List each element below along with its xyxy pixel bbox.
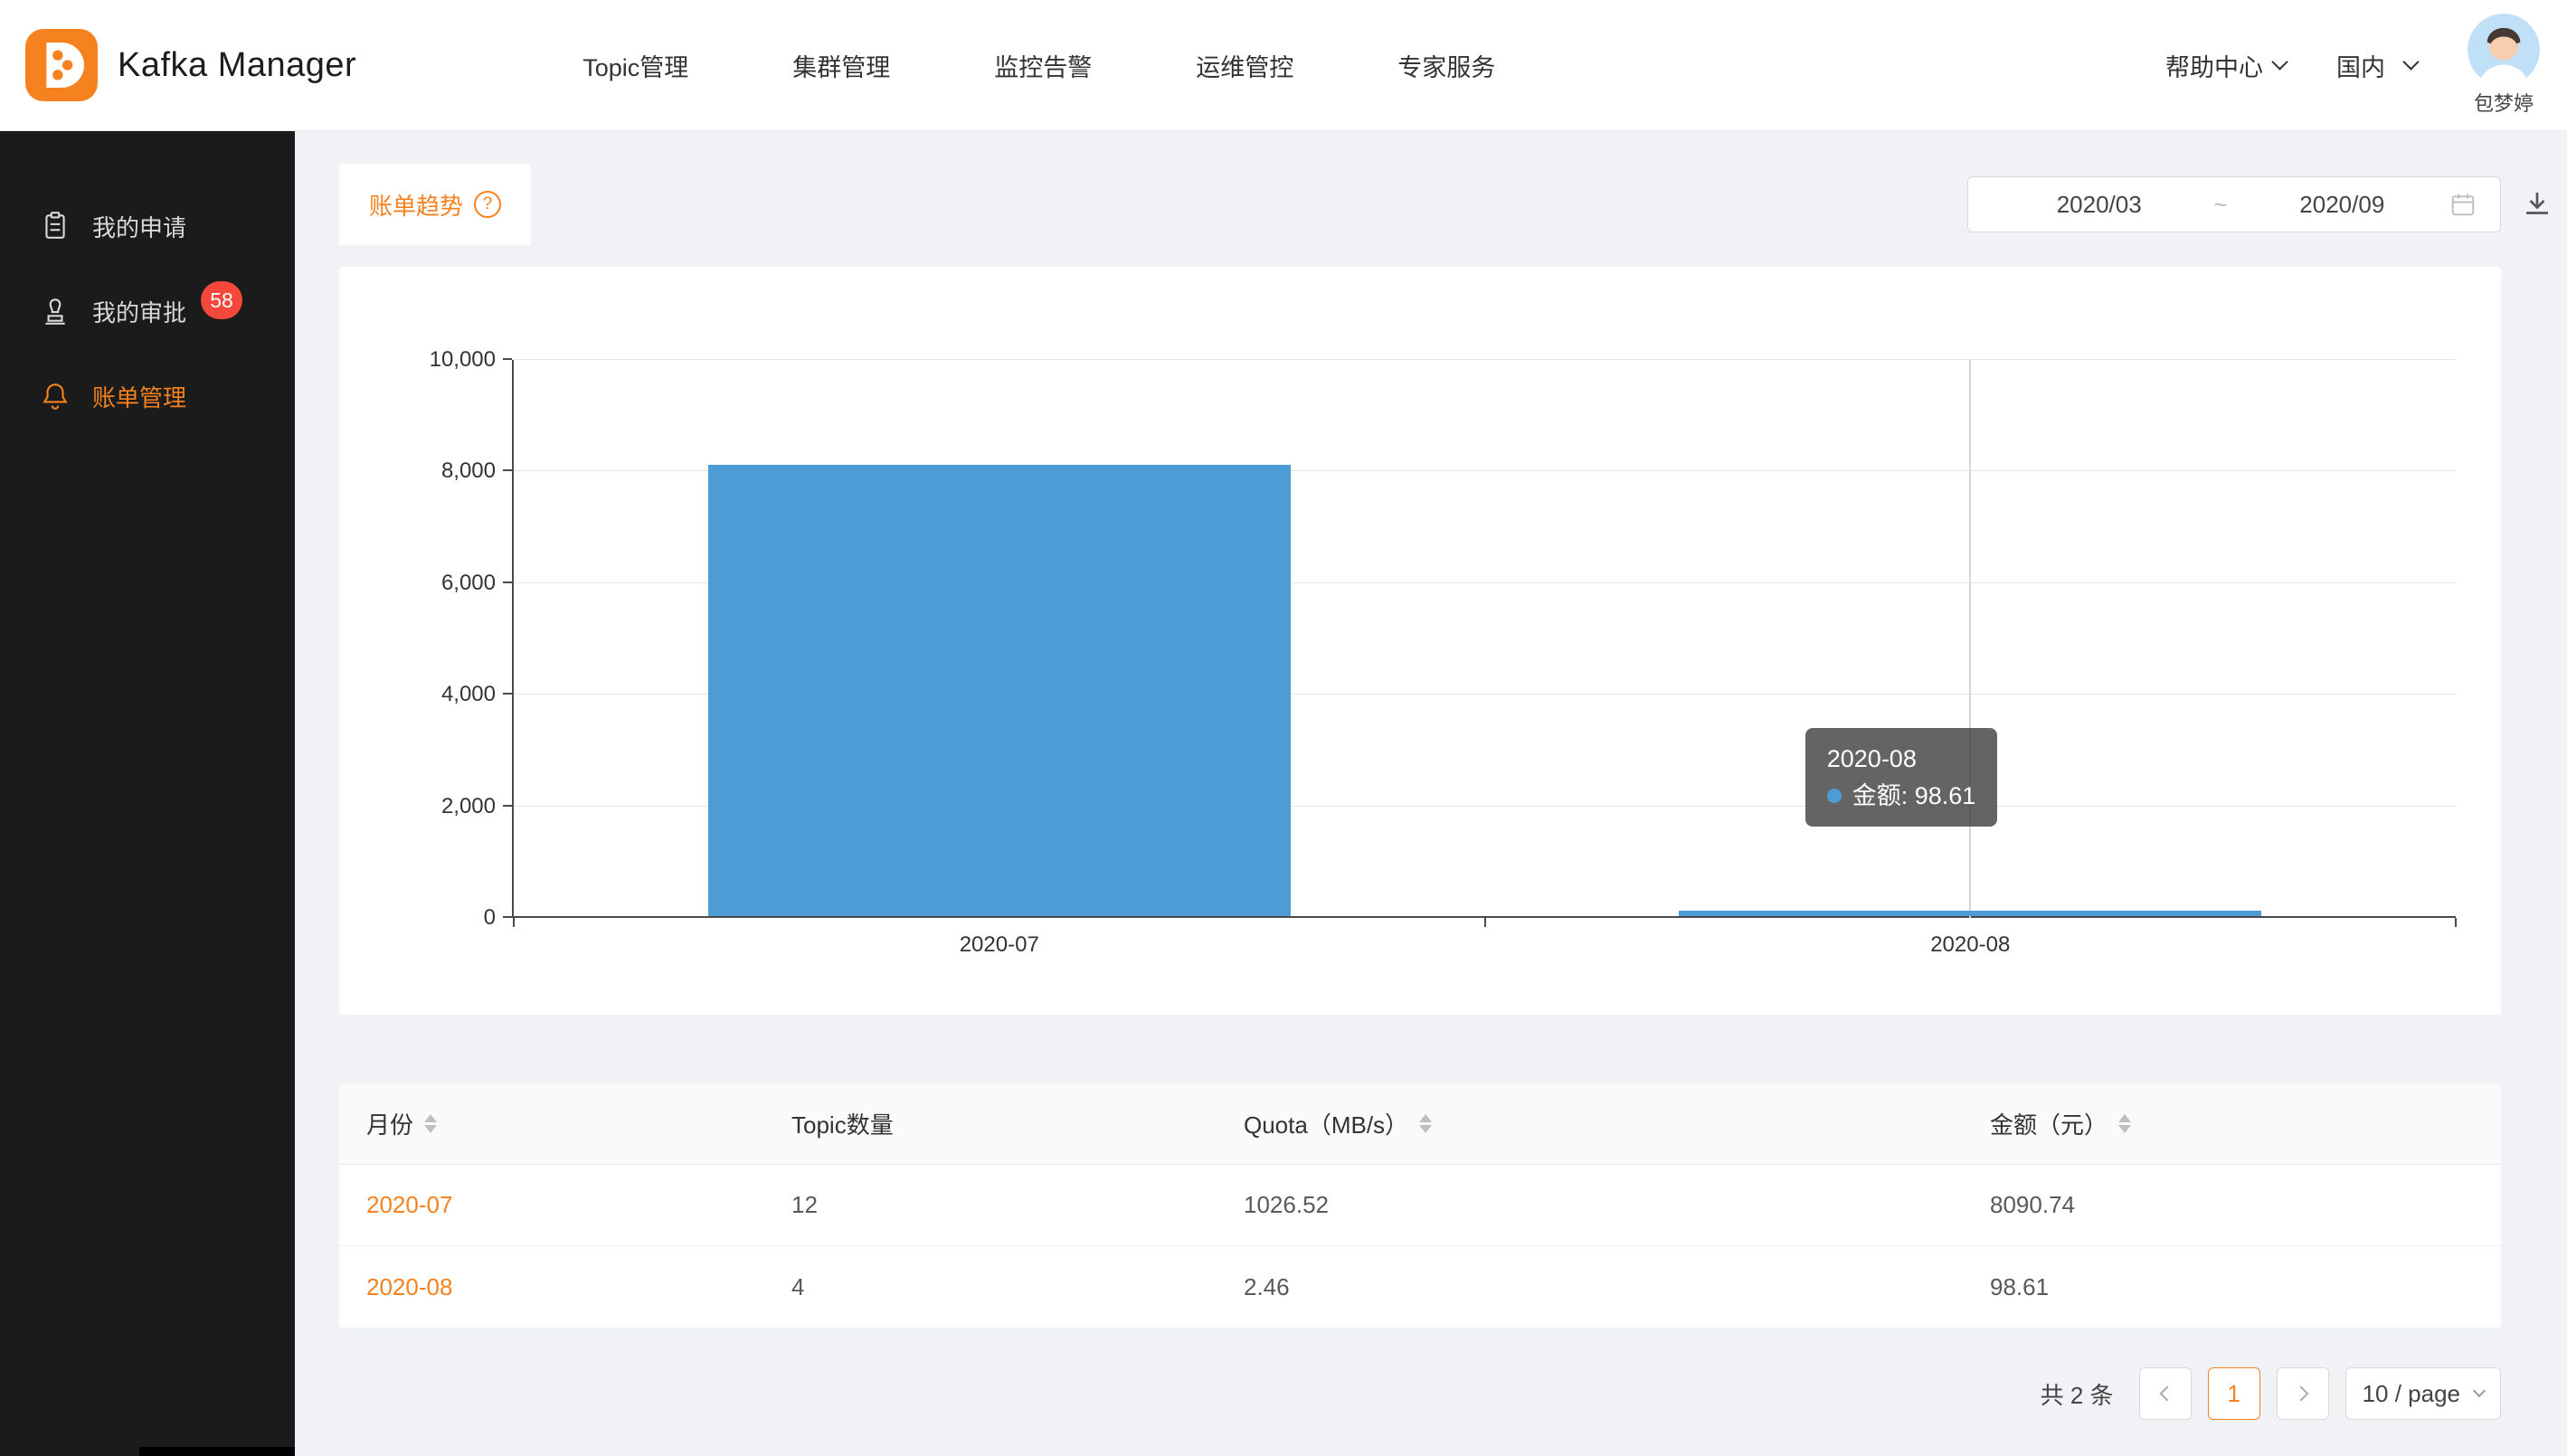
topic-count-cell: 4 <box>791 1273 1244 1301</box>
end-date-input[interactable]: 2020/09 <box>2235 191 2449 219</box>
table-row: 2020-07 12 1026.52 8090.74 <box>339 1165 2501 1246</box>
y-axis-label: 2,000 <box>441 794 496 819</box>
region-selector[interactable]: 国内 <box>2336 48 2417 83</box>
sort-icon[interactable] <box>2118 1114 2131 1133</box>
chart-bar[interactable] <box>708 465 1291 916</box>
tab-label: 账单趋势 <box>369 188 463 222</box>
sidebar-item-my-applications[interactable]: 我的申请 <box>0 184 295 269</box>
quota-cell: 2.46 <box>1244 1273 1990 1301</box>
x-axis-tick <box>1484 918 1486 927</box>
avatar <box>2468 14 2540 86</box>
x-axis-label: 2020-08 <box>1930 932 2010 958</box>
y-axis-label: 6,000 <box>441 571 496 596</box>
username: 包梦婷 <box>2474 88 2534 117</box>
pagination: 共 2 条 1 10 / page <box>339 1367 2501 1420</box>
sidebar-bottom-strip <box>139 1447 295 1456</box>
y-axis-tick <box>503 916 512 918</box>
bill-table-card: 月份 Topic数量 Quota（MB/s） 金额（元） 2020-07 12 … <box>339 1083 2501 1328</box>
chart-tooltip: 2020-08 金额: 98.61 <box>1805 728 1998 827</box>
nav-item-cluster-management[interactable]: 集群管理 <box>792 48 890 83</box>
calendar-icon <box>2449 191 2477 218</box>
table-row: 2020-08 4 2.46 98.61 <box>339 1246 2501 1328</box>
bell-icon <box>40 381 71 411</box>
total-count: 共 2 条 <box>2041 1377 2114 1411</box>
column-header-amount[interactable]: 金额（元） <box>1990 1107 2501 1140</box>
sidebar-item-label: 我的申请 <box>92 210 186 243</box>
main-content: 账单趋势 ? 2020/03 ~ 2020/09 2020-08 金额: <box>295 131 2567 1456</box>
nav-item-ops-control[interactable]: 运维管控 <box>1196 48 1293 83</box>
chart-gridline <box>514 359 2456 360</box>
chevron-down-icon <box>2271 53 2288 70</box>
y-axis-tick <box>503 693 512 695</box>
x-axis-tick <box>2455 918 2457 927</box>
quota-cell: 1026.52 <box>1244 1191 1990 1219</box>
nav-item-expert-service[interactable]: 专家服务 <box>1397 48 1495 83</box>
bill-trend-chart-card: 2020-08 金额: 98.61 0 2,000 4,000 6,000 8,000 1… <box>339 267 2501 1015</box>
download-icon <box>2521 187 2553 220</box>
y-axis-tick <box>503 805 512 807</box>
next-page-button[interactable] <box>2277 1367 2329 1420</box>
stamp-icon <box>40 296 71 326</box>
chevron-down-icon <box>2473 1385 2486 1397</box>
app-title: Kafka Manager <box>118 46 356 85</box>
chart-bar[interactable] <box>1679 911 2261 916</box>
y-axis-tick <box>503 358 512 360</box>
chevron-left-icon <box>2159 1386 2174 1402</box>
tooltip-text: 金额: 98.61 <box>1852 778 1976 815</box>
brand-logo-icon <box>25 29 98 101</box>
start-date-input[interactable]: 2020/03 <box>1992 191 2206 219</box>
topic-count-cell: 12 <box>791 1191 1244 1219</box>
sidebar-item-label: 我的审批 <box>92 295 186 328</box>
sidebar: 我的申请 我的审批 58 账单管理 <box>0 131 295 1456</box>
help-center-menu[interactable]: 帮助中心 <box>2165 48 2286 83</box>
tab-bill-trend[interactable]: 账单趋势 ? <box>339 164 531 245</box>
chevron-right-icon <box>2293 1386 2308 1402</box>
page-size-value: 10 / page <box>2363 1380 2460 1408</box>
nav-item-monitor-alerts[interactable]: 监控告警 <box>994 48 1092 83</box>
y-axis-label: 0 <box>484 905 496 931</box>
user-menu[interactable]: 包梦婷 <box>2468 14 2540 117</box>
y-axis-tick <box>503 469 512 471</box>
y-axis-label: 10,000 <box>430 347 496 373</box>
table-header-row: 月份 Topic数量 Quota（MB/s） 金额（元） <box>339 1083 2501 1165</box>
prev-page-button[interactable] <box>2139 1367 2192 1420</box>
column-header-month[interactable]: 月份 <box>366 1107 791 1140</box>
region-label: 国内 <box>2336 48 2385 83</box>
column-header-topic-count: Topic数量 <box>791 1107 1244 1140</box>
sidebar-item-my-approvals[interactable]: 我的审批 58 <box>0 269 295 354</box>
tooltip-title: 2020-08 <box>1827 741 1976 778</box>
toolbar: 账单趋势 ? 2020/03 ~ 2020/09 <box>339 164 2501 245</box>
main-nav: Topic管理 集群管理 监控告警 运维管控 专家服务 <box>583 48 1495 83</box>
page-number-button[interactable]: 1 <box>2208 1367 2260 1420</box>
column-header-quota[interactable]: Quota（MB/s） <box>1244 1107 1990 1140</box>
chart-plot-area: 2020-08 金额: 98.61 02,0004,0006,0008,0001… <box>512 360 2456 918</box>
amount-cell: 8090.74 <box>1990 1191 2501 1219</box>
download-button[interactable] <box>2521 187 2553 224</box>
sidebar-item-bill-management[interactable]: 账单管理 <box>0 354 295 439</box>
nav-item-topic-management[interactable]: Topic管理 <box>583 48 688 83</box>
amount-cell: 98.61 <box>1990 1273 2501 1301</box>
x-axis-tick <box>513 918 515 927</box>
x-axis-label: 2020-07 <box>960 932 1039 958</box>
sort-icon[interactable] <box>424 1114 437 1133</box>
tooltip-series-dot <box>1827 789 1842 803</box>
app-header: Kafka Manager Topic管理 集群管理 监控告警 运维管控 专家服… <box>0 0 2567 131</box>
help-center-label: 帮助中心 <box>2165 48 2263 83</box>
month-link[interactable]: 2020-08 <box>366 1273 452 1300</box>
month-link[interactable]: 2020-07 <box>366 1191 452 1218</box>
chevron-down-icon <box>2402 53 2419 70</box>
approvals-count-badge: 58 <box>201 281 242 319</box>
y-axis-label: 4,000 <box>441 682 496 707</box>
chart-crosshair <box>1969 360 1971 918</box>
header-right: 帮助中心 国内 包梦婷 <box>2165 14 2540 117</box>
y-axis-tick <box>503 581 512 583</box>
help-circle-icon[interactable]: ? <box>474 191 501 218</box>
sort-icon[interactable] <box>1419 1114 1432 1133</box>
page-size-select[interactable]: 10 / page <box>2345 1367 2501 1420</box>
sidebar-item-label: 账单管理 <box>92 380 186 413</box>
y-axis-label: 8,000 <box>441 459 496 484</box>
date-range-picker[interactable]: 2020/03 ~ 2020/09 <box>1967 176 2501 232</box>
date-separator: ~ <box>2206 191 2234 219</box>
clipboard-icon <box>40 211 71 241</box>
